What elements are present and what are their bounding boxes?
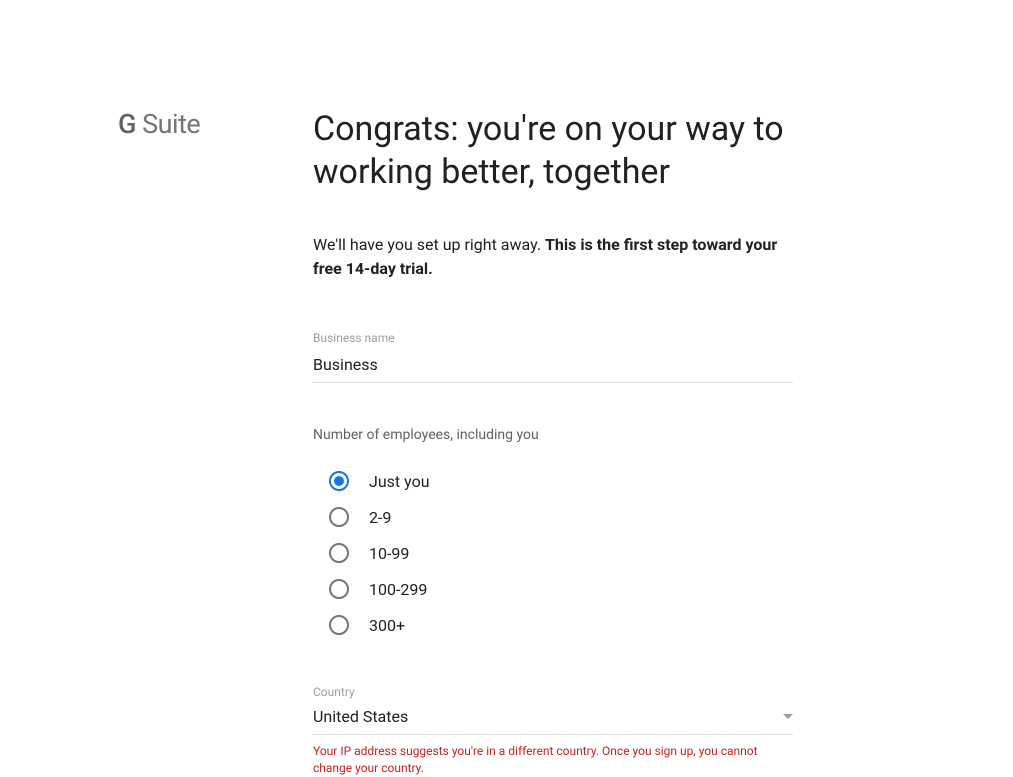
chevron-down-icon bbox=[783, 714, 793, 719]
radio-dot-icon bbox=[334, 476, 344, 486]
radio-label: 10-99 bbox=[369, 544, 409, 563]
employees-label: Number of employees, including you bbox=[313, 427, 793, 443]
radio-circle-icon bbox=[329, 579, 349, 599]
gsuite-logo: G Suite bbox=[118, 108, 313, 140]
radio-circle-icon bbox=[329, 543, 349, 563]
employees-radio-group: Just you 2-9 10-99 100-299 300+ bbox=[313, 471, 793, 635]
radio-100-299[interactable]: 100-299 bbox=[313, 579, 793, 599]
logo-suite: Suite bbox=[136, 108, 200, 140]
radio-label: Just you bbox=[369, 472, 430, 491]
radio-circle-icon bbox=[329, 507, 349, 527]
radio-just-you[interactable]: Just you bbox=[313, 471, 793, 491]
country-error-text: Your IP address suggests you're in a dif… bbox=[313, 743, 793, 777]
radio-10-99[interactable]: 10-99 bbox=[313, 543, 793, 563]
logo-g: G bbox=[118, 108, 136, 140]
radio-label: 100-299 bbox=[369, 580, 427, 599]
radio-label: 300+ bbox=[369, 616, 405, 635]
page-heading: Congrats: you're on your way to working … bbox=[313, 108, 793, 193]
radio-circle-icon bbox=[329, 615, 349, 635]
radio-circle-icon bbox=[329, 471, 349, 491]
country-select[interactable]: United States bbox=[313, 703, 793, 735]
business-name-input[interactable] bbox=[313, 349, 793, 383]
radio-2-9[interactable]: 2-9 bbox=[313, 507, 793, 527]
country-value: United States bbox=[313, 707, 408, 726]
radio-300-plus[interactable]: 300+ bbox=[313, 615, 793, 635]
page-subtext: We'll have you set up right away. This i… bbox=[313, 233, 793, 281]
radio-label: 2-9 bbox=[369, 508, 391, 527]
subtext-regular: We'll have you set up right away. bbox=[313, 235, 545, 254]
country-label: Country bbox=[313, 685, 793, 699]
business-name-label: Business name bbox=[313, 331, 793, 345]
